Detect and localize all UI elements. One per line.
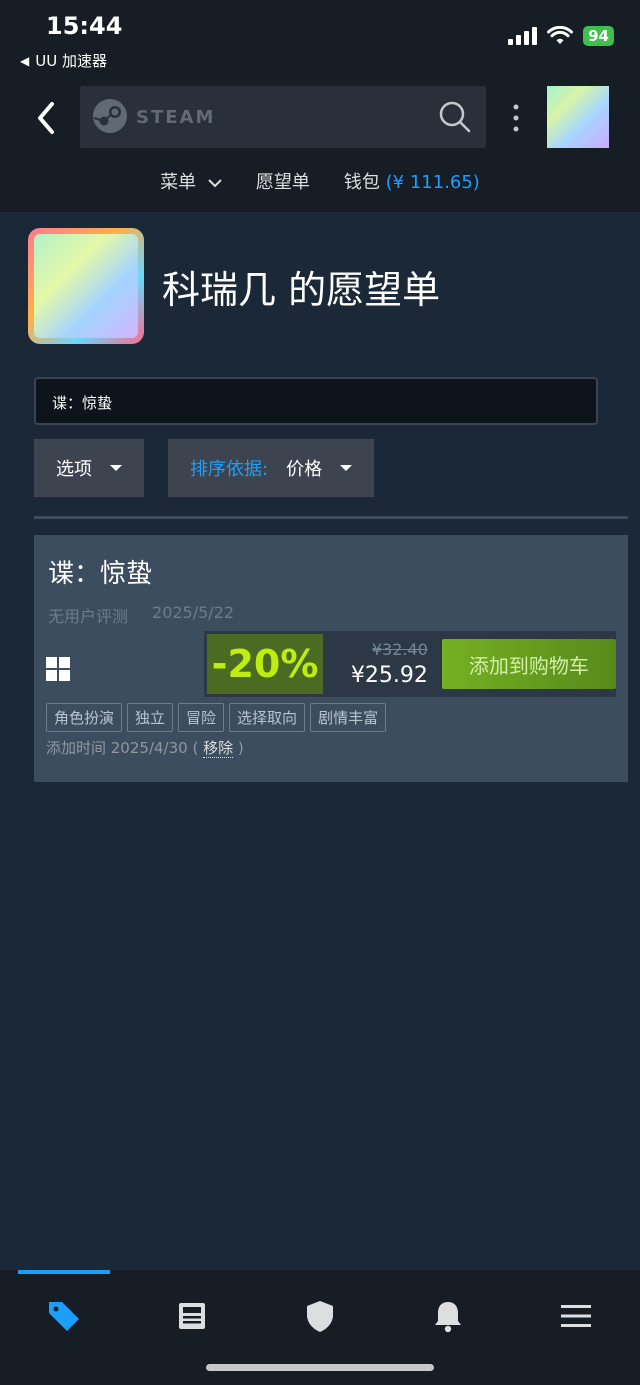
tag-icon[interactable] (46, 1298, 82, 1334)
top-header: 15:44 ◀ UU 加速器 94 STEAM 菜单 愿望单 钱包 (¥ 111… (0, 0, 640, 212)
user-avatar[interactable] (547, 86, 609, 148)
added-date-text: 添加时间 2025/4/30 ( (46, 739, 199, 757)
tag[interactable]: 冒险 (178, 703, 225, 732)
final-price: ¥25.92 (350, 663, 428, 688)
caret-down-icon (340, 465, 353, 471)
more-options-icon[interactable] (508, 102, 524, 134)
tag-list: 角色扮演 独立 冒险 选择取向 剧情丰富 (46, 703, 387, 732)
game-meta: 无用户评测 2025/5/22 (48, 603, 234, 627)
sort-value: 价格 (286, 459, 323, 480)
added-suffix: ) (237, 739, 244, 757)
price-block: -20% ¥32.40 ¥25.92 添加到购物车 (204, 631, 616, 697)
back-triangle-icon: ◀ (20, 53, 30, 68)
store-search-box[interactable]: STEAM (80, 86, 486, 148)
page-title: 科瑞几 的愿望单 (162, 267, 441, 312)
status-indicators: 94 (508, 26, 614, 46)
tag[interactable]: 选择取向 (229, 703, 306, 732)
wishlist-controls: 选项 排序依据: 价格 (34, 439, 375, 497)
news-icon[interactable] (174, 1298, 210, 1334)
menu-icon[interactable] (558, 1298, 594, 1334)
cellular-signal-icon (508, 27, 538, 45)
options-dropdown[interactable]: 选项 (34, 439, 144, 497)
active-tab-indicator (18, 1270, 110, 1274)
status-time: 15:44 (46, 12, 123, 40)
add-to-cart-button[interactable]: 添加到购物车 (441, 639, 616, 689)
sort-prefix: 排序依据: (190, 459, 269, 480)
game-title[interactable]: 谍：惊蛰 (48, 553, 152, 590)
chevron-down-icon (208, 179, 222, 188)
windows-icon (46, 657, 70, 681)
steam-logo-icon (93, 99, 127, 133)
search-icon[interactable] (438, 100, 472, 134)
store-menu-row: 菜单 愿望单 钱包 (¥ 111.65) (0, 168, 640, 194)
steam-wordmark: STEAM (136, 107, 216, 128)
options-label: 选项 (56, 459, 92, 480)
back-arrow-icon[interactable] (30, 98, 66, 138)
shield-icon[interactable] (302, 1298, 338, 1334)
profile-avatar[interactable] (28, 228, 144, 344)
wallet-label: 钱包 (343, 172, 380, 193)
bell-icon[interactable] (430, 1298, 466, 1334)
wishlist-item: 谍：惊蛰 无用户评测 2025/5/22 -20% ¥32.40 ¥25.92 … (34, 535, 628, 782)
tag[interactable]: 独立 (127, 703, 174, 732)
original-price: ¥32.40 (371, 640, 428, 659)
divider (34, 516, 628, 519)
tag[interactable]: 剧情丰富 (310, 703, 387, 732)
back-to-app-link[interactable]: ◀ UU 加速器 (20, 50, 107, 71)
wishlist-profile-header: 科瑞几 的愿望单 (28, 228, 440, 344)
review-summary: 无用户评测 (48, 607, 129, 626)
discount-badge: -20% (207, 634, 324, 694)
caret-down-icon (110, 465, 122, 471)
wifi-icon (547, 26, 574, 44)
menu-label: 菜单 (160, 172, 197, 193)
added-info: 添加时间 2025/4/30 ( 移除 ) (46, 737, 244, 758)
remove-link[interactable]: 移除 (203, 739, 234, 758)
price-values: ¥32.40 ¥25.92 (331, 640, 428, 688)
release-date: 2025/5/22 (152, 603, 235, 622)
nav-row: STEAM (0, 86, 640, 150)
home-indicator[interactable] (206, 1364, 434, 1371)
wallet-balance: (¥ 111.65) (385, 172, 480, 193)
battery-indicator: 94 (583, 26, 614, 46)
wishlist-filter-input[interactable]: 谍：惊蛰 (34, 377, 598, 425)
menu-dropdown[interactable]: 菜单 (160, 168, 222, 194)
back-app-label: UU 加速器 (35, 52, 107, 70)
wallet-link[interactable]: 钱包 (¥ 111.65) (344, 168, 480, 194)
tag[interactable]: 角色扮演 (46, 703, 123, 732)
sort-dropdown[interactable]: 排序依据: 价格 (168, 439, 375, 497)
wishlist-link[interactable]: 愿望单 (256, 168, 310, 194)
